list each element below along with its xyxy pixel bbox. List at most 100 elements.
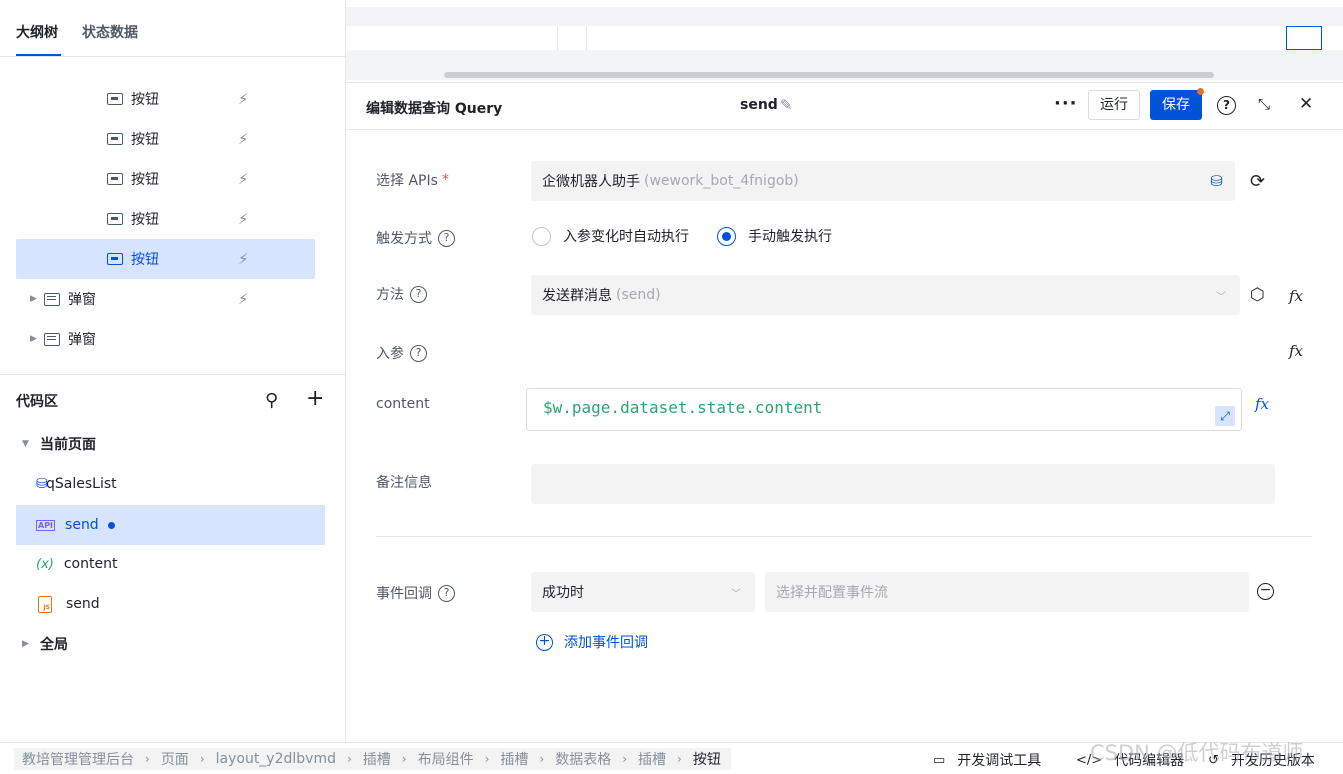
expand-caret-icon[interactable]: ▶ <box>30 334 44 344</box>
outline-item-button-selected[interactable]: 按钮 ⚡ <box>16 239 315 279</box>
breadcrumb-item[interactable]: 布局组件 <box>418 749 474 769</box>
more-icon[interactable]: ··· <box>1054 93 1078 114</box>
history-versions-button[interactable]: ↺ 开发历史版本 <box>1208 750 1315 770</box>
outline-item-dialog[interactable]: ▶ 弹窗 ⚡ <box>16 279 315 319</box>
expand-icon[interactable]: ⤢ <box>1215 406 1235 426</box>
code-item-content-variable[interactable]: (x) content <box>16 544 325 584</box>
breadcrumb-item-current[interactable]: 按钮 <box>693 749 721 769</box>
breadcrumb-item[interactable]: 插槽 <box>638 749 666 769</box>
code-item-label: content <box>63 556 118 572</box>
event-timing-select[interactable]: 成功时 ﹀ <box>531 572 755 612</box>
event-bolt-icon[interactable]: ⚡ <box>238 170 249 188</box>
js-file-icon: JS <box>38 595 52 613</box>
settings-hexagon-icon[interactable]: ⬡ <box>1250 285 1265 305</box>
dialog-component-icon <box>44 332 60 346</box>
code-item-label: qSalesList <box>46 476 117 492</box>
close-icon[interactable]: ✕ <box>1299 94 1313 114</box>
code-group-global[interactable]: ▶ 全局 <box>16 624 325 664</box>
query-editor-panel: 编辑数据查询 Query send ✎ ··· 运行 保存 ? ⤡ ✕ 选择 A… <box>346 82 1343 742</box>
debug-panel-icon: ▭ <box>933 752 946 768</box>
breadcrumb-item[interactable]: 教培管理管理后台 <box>22 749 134 769</box>
code-item-send-js[interactable]: JS send <box>16 584 325 624</box>
breadcrumb-separator-icon: › <box>199 752 205 766</box>
fx-icon[interactable]: fx <box>1289 287 1303 305</box>
query-name[interactable]: send <box>740 97 778 113</box>
breadcrumb-separator-icon: › <box>484 752 490 766</box>
required-mark: * <box>441 172 449 188</box>
debug-tools-button[interactable]: ▭ 开发调试工具 <box>933 750 1041 770</box>
pin-icon[interactable]: ✎ <box>780 96 793 114</box>
breadcrumb-item[interactable]: 页面 <box>161 749 189 769</box>
help-icon[interactable]: ? <box>1217 96 1236 115</box>
database-icon[interactable]: ⛁ <box>1210 172 1223 190</box>
history-versions-label: 开发历史版本 <box>1230 753 1315 769</box>
status-bar: 教培管理管理后台 › 页面 › layout_y2dlbvmd › 插槽 › 布局组件 ›… <box>0 742 1343 774</box>
outline-item-label: 按钮 <box>131 132 159 148</box>
method-select[interactable]: 发送群消息 (send) ﹀ <box>531 275 1240 315</box>
params-field-label: 入参 ? <box>376 343 427 363</box>
outline-item-dialog[interactable]: ▶ 弹窗 <box>16 319 315 359</box>
event-bolt-icon[interactable]: ⚡ <box>238 210 249 228</box>
outline-item-button[interactable]: 按钮 ⚡ <box>16 119 315 159</box>
fx-icon[interactable]: fx <box>1255 395 1269 413</box>
canvas-column-divider <box>586 26 587 50</box>
help-icon[interactable]: ? <box>410 344 427 362</box>
event-bolt-icon[interactable]: ⚡ <box>238 90 249 108</box>
api-select-id: (wework_bot_4fnigob) <box>644 173 799 189</box>
refresh-icon[interactable]: ⟳ <box>1250 171 1265 192</box>
code-item-qsaleslist[interactable]: ⛁ qSalesList <box>16 464 325 504</box>
expand-caret-icon[interactable]: ▼ <box>22 439 36 449</box>
help-icon[interactable]: ? <box>410 285 427 303</box>
remark-input[interactable] <box>531 464 1275 504</box>
radio-auto-execute[interactable]: 入参变化时自动执行 <box>532 226 689 246</box>
code-editor-label: 代码编辑器 <box>1114 753 1185 769</box>
dialog-component-icon <box>44 292 60 306</box>
expand-caret-icon[interactable]: ▶ <box>30 294 44 304</box>
breadcrumb-separator-icon: › <box>145 752 150 766</box>
outline-item-button[interactable]: 按钮 ⚡ <box>16 79 315 119</box>
outline-item-button[interactable]: 按钮 ⚡ <box>16 159 315 199</box>
event-callback-field-label: 事件回调 ? <box>376 583 455 603</box>
event-flow-select[interactable]: 选择并配置事件流 <box>765 572 1249 612</box>
add-icon[interactable]: + <box>306 386 324 411</box>
left-tabs: 大纲树 状态数据 <box>0 0 345 57</box>
help-icon[interactable]: ? <box>438 584 455 602</box>
breadcrumb-item[interactable]: 插槽 <box>363 749 391 769</box>
api-select[interactable]: 企微机器人助手 (wework_bot_4fnigob) ⛁ <box>531 161 1235 201</box>
outline-item-button[interactable]: 按钮 ⚡ <box>16 199 315 239</box>
breadcrumb-item[interactable]: 数据表格 <box>555 749 611 769</box>
chevron-down-icon: ﹀ <box>731 588 741 600</box>
editor-header: 编辑数据查询 Query send ✎ ··· 运行 保存 ? ⤡ ✕ <box>346 83 1343 130</box>
help-icon[interactable]: ? <box>438 229 455 247</box>
breadcrumb-item[interactable]: layout_y2dlbvmd <box>216 751 336 767</box>
event-bolt-icon[interactable]: ⚡ <box>238 130 249 148</box>
tab-state-data[interactable]: 状态数据 <box>82 22 138 42</box>
code-item-send-api[interactable]: API send <box>16 505 325 545</box>
save-button[interactable]: 保存 <box>1150 90 1202 120</box>
expand-caret-icon[interactable]: ▶ <box>22 639 36 649</box>
code-editor-button[interactable]: </> 代码编辑器 <box>1076 750 1184 770</box>
code-item-label: send <box>66 596 100 612</box>
app-root: 大纲树 状态数据 按钮 ⚡ 按钮 ⚡ 按钮 ⚡ 按钮 ⚡ 按钮 ⚡ ▶ 弹窗 ⚡… <box>0 0 1343 774</box>
outline-item-label: 按钮 <box>131 212 159 228</box>
canvas-selected-component[interactable] <box>1286 26 1322 50</box>
collapse-icon[interactable]: ⤡ <box>1258 95 1270 113</box>
horizontal-scrollbar[interactable] <box>444 72 1214 78</box>
event-bolt-icon[interactable]: ⚡ <box>238 250 249 268</box>
content-expression-input[interactable]: $w.page.dataset.state.content ⤢ <box>526 388 1242 431</box>
tab-outline-tree[interactable]: 大纲树 <box>16 22 58 42</box>
radio-circle <box>717 226 736 246</box>
outline-item-label: 弹窗 <box>68 332 96 348</box>
search-icon[interactable]: ⚲ <box>265 390 278 411</box>
event-bolt-icon[interactable]: ⚡ <box>238 290 249 308</box>
event-timing-value: 成功时 <box>542 585 584 601</box>
add-event-callback-link[interactable]: + 添加事件回调 <box>536 632 648 652</box>
radio-manual-execute[interactable]: 手动触发执行 <box>717 226 832 246</box>
outline-item-label: 弹窗 <box>68 292 96 308</box>
breadcrumb-item[interactable]: 插槽 <box>500 749 528 769</box>
code-group-label: 当前页面 <box>40 437 96 453</box>
remove-circle-icon[interactable]: − <box>1257 583 1274 600</box>
code-group-current-page[interactable]: ▼ 当前页面 <box>16 424 325 464</box>
fx-icon[interactable]: fx <box>1289 342 1303 360</box>
run-button[interactable]: 运行 <box>1088 90 1140 120</box>
